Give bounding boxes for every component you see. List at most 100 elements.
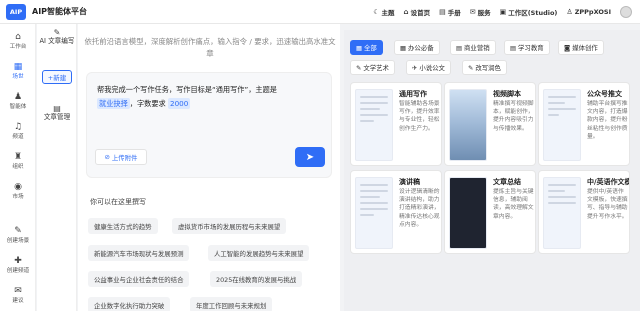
- nav-create-scene[interactable]: ✎ 创建场景: [0, 226, 36, 244]
- template-thumbnail: [449, 89, 487, 161]
- tab-novel-official[interactable]: ✈ 小说公文: [406, 60, 451, 75]
- tab-media[interactable]: ◙ 媒体创作: [558, 40, 604, 55]
- nav-label: 场世: [12, 74, 24, 80]
- suggestion-chip[interactable]: 2025在线教育的发展与挑战: [210, 271, 303, 287]
- prompt-count-label: ，字数要求: [129, 99, 166, 108]
- nav-channel[interactable]: ♫ 频道: [0, 122, 36, 140]
- app-logo[interactable]: AIP: [6, 3, 26, 20]
- main-area: 依托前沿语言模型，深度解析创作痛点，输入指令 / 要求，迅速输出高水准文章 帮我…: [78, 24, 340, 311]
- suggestions-title: 你可以在这里撰写: [90, 198, 146, 206]
- plane-icon: ✈: [412, 63, 418, 72]
- template-card-summary[interactable]: 文章总结 提炼主旨与关键信息，辅助阅读，高效理解文章内容。: [444, 170, 536, 254]
- document-icon: ▤: [53, 104, 61, 113]
- nav-scene[interactable]: ▦ 场世: [0, 62, 36, 80]
- template-card-wechat-article[interactable]: 公众号推文 辅助平台撰写推文内容，打造爆款内容，提升粉丝粘性与创作质量。: [538, 82, 630, 166]
- tab-label: 文学艺术: [363, 64, 389, 72]
- template-title: 演讲稿: [399, 178, 420, 186]
- page-headline: 依托前沿语言模型，深度解析创作痛点，输入指令 / 要求，迅速输出高水准文章: [84, 37, 336, 58]
- prompt-topic-field[interactable]: 就业抉择: [97, 98, 130, 109]
- subnav-label: AI 文章编写: [39, 37, 75, 45]
- nav-agent[interactable]: ♟ 智能体: [0, 92, 36, 110]
- workbench-icon: ⌂: [15, 32, 21, 42]
- suggestion-chip[interactable]: 虚拟货币市场的发展历程与未来展望: [172, 218, 287, 234]
- paperclip-icon: ⊘: [104, 153, 110, 161]
- left-nav: ⌂ 工作台 ▦ 场世 ♟ 智能体 ♫ 频道 ♜ 组织 ◉ 市场 ✎ 创建场景 ✚ 创建频道 ✉ 建…: [0, 24, 36, 311]
- new-article-button[interactable]: +新建: [42, 70, 72, 84]
- template-desc: 智能辅助各场景写作，提升效率与专业性，轻松创作生产力。: [399, 101, 440, 132]
- manual-button[interactable]: ▤ 手册: [439, 7, 461, 17]
- template-card-speech[interactable]: 演讲稿 设计逻辑清晰的演讲结构，助力打造精彩演讲，精准传达核心观点内容。: [350, 170, 442, 254]
- set-homepage-button[interactable]: ⌂ 设首页: [404, 7, 431, 17]
- suggestion-chip[interactable]: 年度工作回顾与未来规划: [190, 297, 273, 311]
- tab-label: 学习教育: [518, 44, 544, 52]
- template-desc: 设计逻辑清晰的演讲结构，助力打造精彩演讲，精准传达核心观点内容。: [399, 189, 440, 228]
- service-button[interactable]: ✉ 服务: [470, 7, 491, 17]
- upload-attachment-button[interactable]: ⊘ 上传附件: [95, 149, 147, 165]
- agent-icon: ♟: [13, 92, 23, 102]
- template-thumbnail: [543, 89, 581, 161]
- template-title: 公众号推文: [587, 90, 622, 98]
- user-menu[interactable]: ♙ ZPPpXOSI: [566, 8, 611, 16]
- tab-rewrite[interactable]: ✎ 改写润色: [462, 60, 507, 75]
- suggestion-chip[interactable]: 企业数字化执行助力突破: [88, 297, 171, 311]
- nav-market[interactable]: ◉ 市场: [0, 182, 36, 200]
- theme-button[interactable]: ☾ 主题: [373, 7, 394, 17]
- template-desc: 提炼主旨与关键信息，辅助阅读，高效理解文章内容。: [493, 189, 534, 220]
- template-title: 文章总结: [493, 178, 521, 186]
- subnav-ai-writing[interactable]: ✎ AI 文章编写: [37, 28, 77, 46]
- template-thumbnail: [543, 177, 581, 249]
- upload-label: 上传附件: [111, 153, 138, 162]
- suggestion-chip[interactable]: 人工智能的发展趋势与未来展望: [208, 245, 310, 261]
- nav-label: 创建频道: [6, 268, 30, 274]
- template-title: 视频脚本: [493, 90, 521, 98]
- create-scene-icon: ✎: [14, 226, 22, 236]
- template-thumbnail: [355, 89, 393, 161]
- tab-office[interactable]: ▦ 办公必备: [394, 40, 440, 55]
- scene-icon: ▦: [13, 62, 23, 72]
- tab-label: 商业营销: [464, 44, 490, 52]
- tab-marketing[interactable]: ▤ 商业营销: [450, 40, 496, 55]
- sub-nav: ✎ AI 文章编写 +新建 ▤ 文章管理: [37, 24, 77, 311]
- book-icon: ▤: [510, 43, 517, 52]
- template-card-general-writing[interactable]: 通用写作 智能辅助各场景写作，提升效率与专业性，轻松创作生产力。: [350, 82, 442, 166]
- service-label: 服务: [477, 9, 491, 17]
- template-panel: ▦ 全部 ▦ 办公必备 ▤ 商业营销 ▤ 学习教育 ◙ 媒体创作 ✎ 文学艺术 ✈ 小说公文 …: [344, 30, 640, 311]
- prompt-input[interactable]: 帮我完成一个写作任务，写作目标是“通用写作”，主题是 就业抉择 ，字数要求 200…: [97, 83, 323, 111]
- suggestion-chip[interactable]: 健康生活方式的趋势: [88, 218, 158, 234]
- nav-org[interactable]: ♜ 组织: [0, 152, 36, 170]
- template-card-essay[interactable]: 中/英语作文模板 提供中/英语作文模板，快速撰写、指导与辅助提升写作水平。: [538, 170, 630, 254]
- tab-all[interactable]: ▦ 全部: [350, 40, 383, 55]
- suggestion-chip[interactable]: 新能源汽车市场现状与发展预测: [88, 245, 190, 261]
- template-thumbnail: [449, 177, 487, 249]
- workspace-button[interactable]: ▣ 工作区(Studio): [500, 7, 558, 17]
- template-title: 通用写作: [399, 90, 427, 98]
- nav-workbench[interactable]: ⌂ 工作台: [0, 32, 36, 50]
- subnav-label: 文章管理: [43, 113, 71, 121]
- manual-label: 手册: [447, 9, 461, 17]
- nav-label: 工作台: [9, 44, 27, 50]
- nav-create-channel[interactable]: ✚ 创建频道: [0, 256, 36, 274]
- tab-literature[interactable]: ✎ 文学艺术: [350, 60, 395, 75]
- nav-label: 建议: [12, 298, 24, 304]
- template-card-video-script[interactable]: 视频脚本 精准撰写视频脚本，赋能创作，提升内容吸引力与传播效果。: [444, 82, 536, 166]
- send-button[interactable]: ➤: [295, 147, 325, 167]
- set-homepage-label: 设首页: [410, 9, 431, 17]
- nav-label: 频道: [12, 134, 24, 140]
- tab-education[interactable]: ▤ 学习教育: [504, 40, 550, 55]
- subnav-article-manage[interactable]: ▤ 文章管理: [37, 104, 77, 122]
- send-icon: ➤: [305, 151, 315, 163]
- nav-feedback[interactable]: ✉ 建议: [0, 286, 36, 304]
- theme-label: 主题: [381, 9, 395, 17]
- nav-label: 创建场景: [6, 238, 30, 244]
- suggestion-chip[interactable]: 公益事业与企业社会责任的结合: [88, 271, 190, 287]
- prompt-count-field[interactable]: 2000: [168, 98, 191, 109]
- top-actions: ☾ 主题 ⌂ 设首页 ▤ 手册 ✉ 服务 ▣ 工作区(Studio) ♙ ZPPpXOSI: [373, 0, 632, 24]
- template-desc: 精准撰写视频脚本，赋能创作，提升内容吸引力与传播效果。: [493, 101, 534, 132]
- avatar[interactable]: [620, 6, 632, 18]
- app-title[interactable]: AIP智能体平台: [32, 6, 87, 17]
- template-thumbnail: [355, 177, 393, 249]
- top-bar: AIP AIP智能体平台 ☾ 主题 ⌂ 设首页 ▤ 手册 ✉ 服务 ▣ 工作区(Studi…: [0, 0, 640, 24]
- template-desc: 辅助平台撰写推文内容，打造爆款内容，提升粉丝粘性与创作质量。: [587, 101, 628, 140]
- prompt-card[interactable]: 帮我完成一个写作任务，写作目标是“通用写作”，主题是 就业抉择 ，字数要求 200…: [86, 72, 332, 178]
- tab-label: 改写润色: [475, 64, 501, 72]
